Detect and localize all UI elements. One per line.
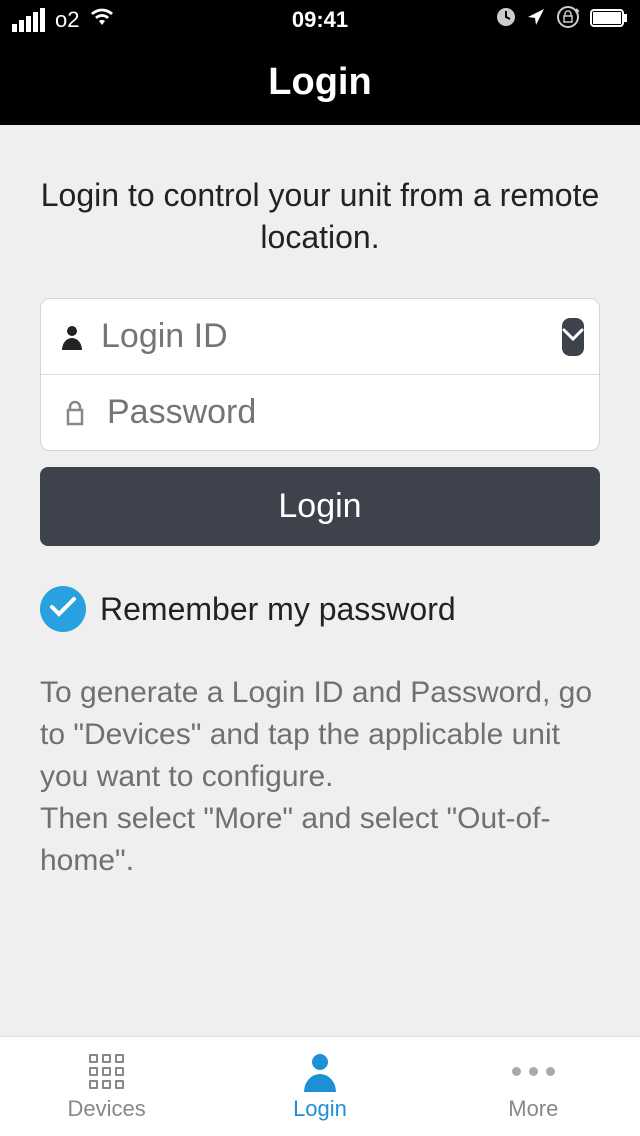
- wifi-icon: [89, 7, 115, 33]
- page-title: Login: [268, 61, 371, 104]
- help-text-block: To generate a Login ID and Password, go …: [40, 672, 600, 882]
- password-input[interactable]: [107, 393, 579, 432]
- help-text-2: Then select "More" and select "Out-of-ho…: [40, 798, 600, 882]
- location-icon: [526, 7, 546, 33]
- login-id-row: [41, 299, 599, 374]
- login-person-icon: [303, 1052, 337, 1092]
- devices-grid-icon: [89, 1052, 124, 1092]
- person-icon: [61, 324, 83, 350]
- orientation-lock-icon: [556, 5, 580, 35]
- help-text-1: To generate a Login ID and Password, go …: [40, 672, 600, 798]
- status-bar: o2 09:41: [0, 0, 640, 40]
- remember-label: Remember my password: [100, 591, 456, 628]
- login-form-card: [40, 298, 600, 451]
- login-button[interactable]: Login: [40, 467, 600, 546]
- remember-checkbox[interactable]: [40, 586, 86, 632]
- status-time: 09:41: [292, 7, 348, 33]
- login-id-dropdown-button[interactable]: [562, 318, 584, 356]
- subtitle-text: Login to control your unit from a remote…: [40, 175, 600, 258]
- lock-icon: [61, 400, 89, 426]
- nav-bar: Login: [0, 40, 640, 125]
- carrier-label: o2: [55, 7, 79, 33]
- signal-icon: [12, 8, 45, 32]
- tab-devices[interactable]: Devices: [0, 1037, 213, 1136]
- tab-more[interactable]: More: [427, 1037, 640, 1136]
- tab-login[interactable]: Login: [213, 1037, 426, 1136]
- login-id-input[interactable]: [101, 317, 544, 356]
- check-icon: [49, 596, 77, 623]
- tab-bar: Devices Login More: [0, 1036, 640, 1136]
- status-right: [496, 5, 628, 35]
- password-row: [41, 374, 599, 450]
- tab-login-label: Login: [293, 1096, 347, 1122]
- battery-icon: [590, 7, 628, 33]
- chevron-down-icon: [562, 328, 584, 345]
- clock-icon: [496, 7, 516, 33]
- more-dots-icon: [512, 1052, 555, 1092]
- tab-more-label: More: [508, 1096, 558, 1122]
- tab-devices-label: Devices: [68, 1096, 146, 1122]
- status-left: o2: [12, 7, 115, 33]
- content-area: Login to control your unit from a remote…: [0, 125, 640, 1036]
- remember-password-row[interactable]: Remember my password: [40, 586, 600, 632]
